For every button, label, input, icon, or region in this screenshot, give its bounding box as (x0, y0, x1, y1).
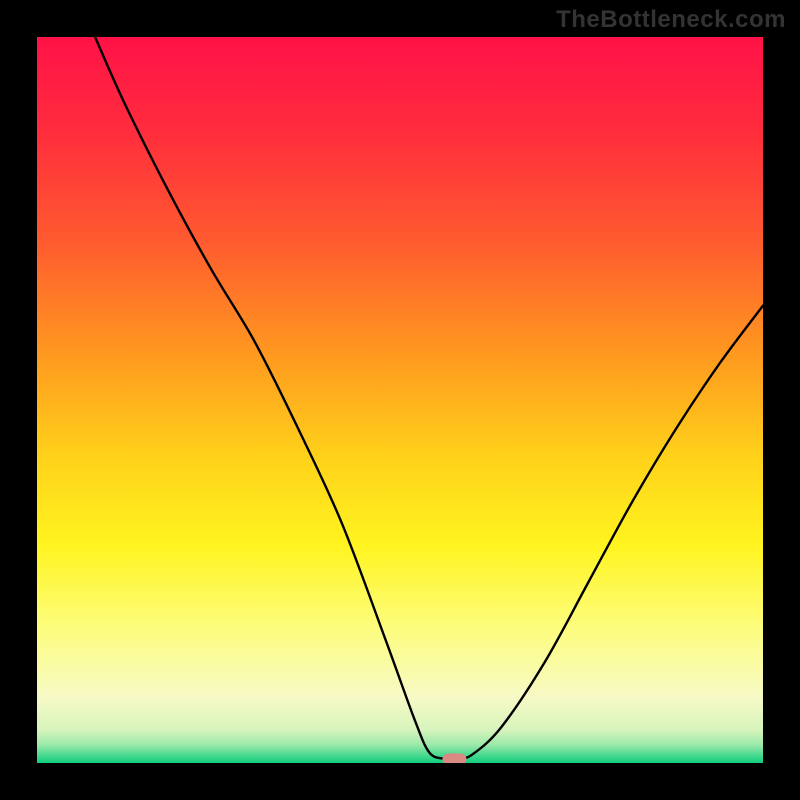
watermark-text: TheBottleneck.com (556, 6, 786, 34)
bottleneck-marker (442, 753, 466, 763)
chart-svg (37, 37, 763, 763)
plot-area (37, 37, 763, 763)
chart-frame: TheBottleneck.com (0, 0, 800, 800)
